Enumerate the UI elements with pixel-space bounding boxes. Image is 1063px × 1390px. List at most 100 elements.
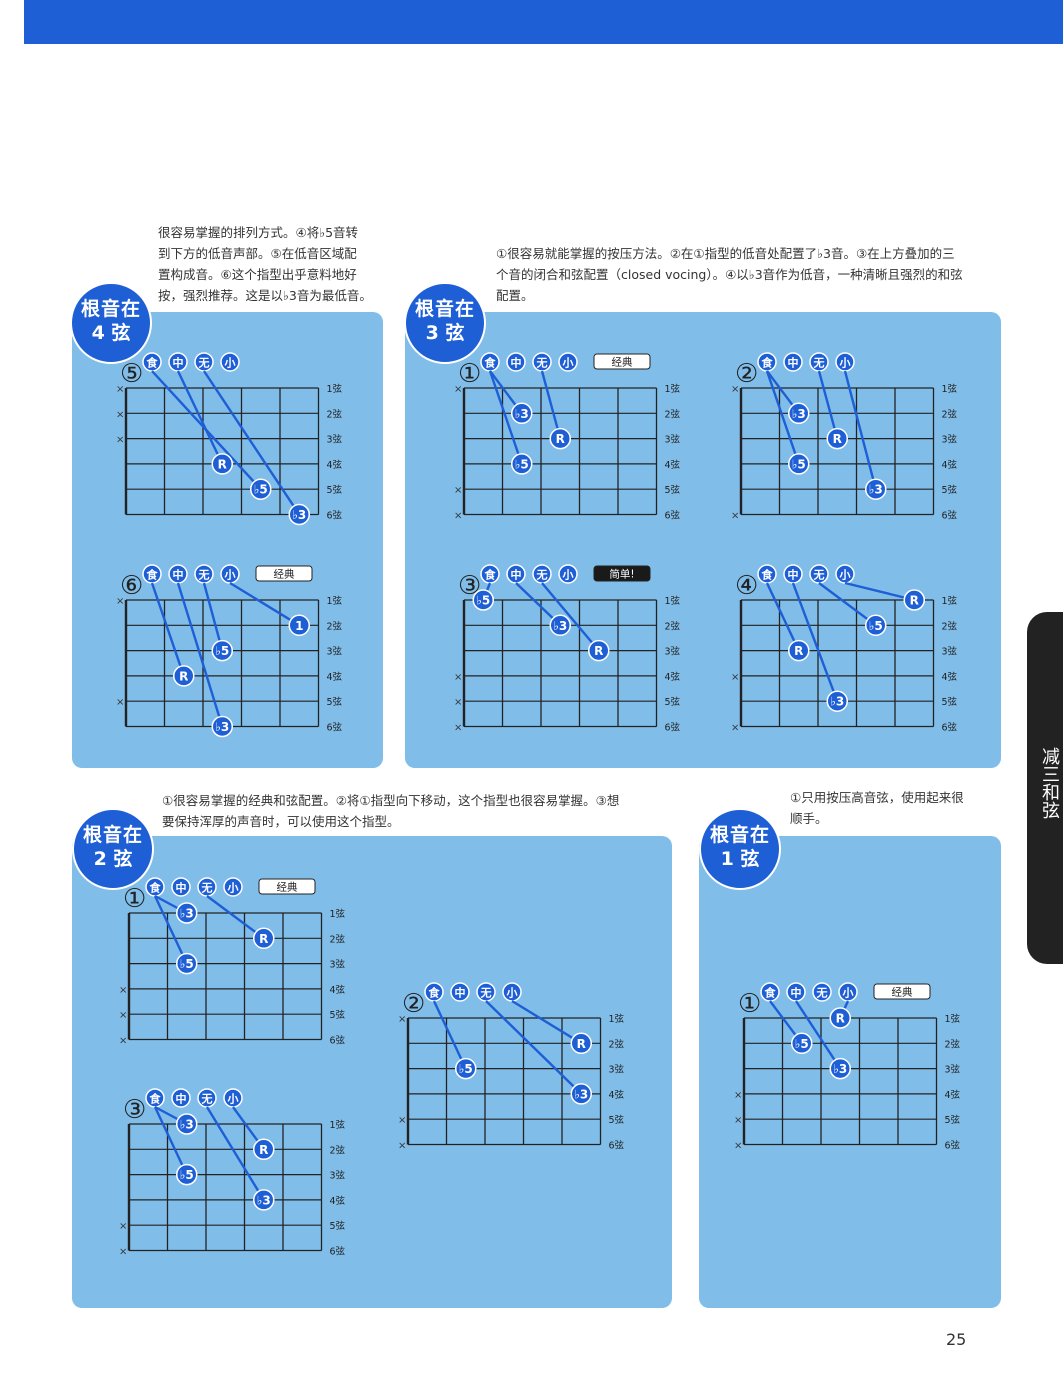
note-label: R [259,932,268,946]
string-label: 4弦 [942,459,958,471]
string-label: 3弦 [665,646,681,658]
note-label: ♭5 [869,619,883,633]
string-label: 3弦 [665,434,681,446]
muted-string-mark: × [454,723,462,734]
muted-string-mark: × [116,409,124,420]
muted-string-mark: × [731,672,739,683]
note-label: ♭3 [830,695,844,709]
string-label: 4弦 [665,459,681,471]
note-label: ♭5 [792,457,806,471]
muted-string-mark: × [116,596,124,607]
note-label: ♭3 [792,407,806,421]
section-1-description: ①只用按压高音弦，使用起来很 顺手。 [790,790,964,826]
finger-label: 中 [455,986,466,1000]
muted-string-mark: × [734,1115,742,1126]
string-label: 4弦 [665,671,681,683]
chord-diagram-svg: ① 1弦 2弦 3弦 4弦 5弦 6弦 × × × 食中 无 小 经典 R ♭5 ♭3 [734,982,961,1152]
note-label: ♭3 [574,1087,588,1101]
muted-string-mark: × [116,697,124,708]
diagram-number: ③ [123,1095,146,1125]
tag-label: 经典 [277,881,298,894]
finger-label: 食 [485,356,497,370]
string-label: 3弦 [942,434,958,446]
string-label: 5弦 [665,696,681,708]
muted-string-mark: × [119,1010,127,1021]
chord-diagram: ② 1弦 2弦 3弦 4弦 5弦 6弦 × × × 食中无小 R ♭5 ♭3 [398,980,651,1161]
finger-label: 无 [480,987,492,1000]
string-label: 6弦 [327,722,343,734]
finger-label: 食 [147,568,159,582]
chord-diagram-svg: ①1弦2弦3弦4弦5弦6弦×××食中无小经典♭3R♭5 [119,877,346,1047]
string-label: 2弦 [942,408,958,420]
string-label: 2弦 [665,408,681,420]
chord-diagram: ① 1弦 2弦 3弦 4弦 5弦 6弦 × × × 食中无小经典 ♭3 R ♭5 [454,350,707,531]
finger-label: 中 [176,1092,187,1106]
tag-label: 经典 [892,986,913,999]
string-label: 4弦 [327,459,343,471]
string-label: 3弦 [330,1170,346,1182]
string-label: 5弦 [665,484,681,496]
note-label: ♭3 [515,407,529,421]
finger-label: 食 [762,568,774,582]
string-label: 6弦 [942,722,958,734]
string-label: 2弦 [945,1038,961,1050]
string-label: 6弦 [330,1246,346,1258]
note-label: ♭3 [257,1193,271,1207]
note-label: R [833,432,842,446]
string-label: 2弦 [327,620,343,632]
muted-string-mark: × [119,985,127,996]
string-label: 2弦 [665,620,681,632]
finger-label: 无 [201,1093,213,1106]
muted-string-mark: × [734,1141,742,1152]
note-label: ♭3 [292,508,306,522]
string-label: 2弦 [330,1144,346,1156]
finger-label: 小 [562,568,574,582]
finger-label: 食 [429,986,441,1000]
string-label: 1弦 [609,1013,625,1025]
finger-connector [150,582,185,677]
root-string-1-badge: 根音在 1 弦 [699,808,781,890]
chord-diagram: ⑤ 1弦 2弦 3弦 4弦 5弦 6弦 × × × 食中无小 ♭5 R ♭3 [116,350,369,531]
finger-connector [843,370,877,490]
string-label: 5弦 [609,1114,625,1126]
muted-string-mark: × [734,1090,742,1101]
note-label: R [594,644,603,658]
note-label: R [577,1037,586,1051]
string-label: 2弦 [942,620,958,632]
chord-diagram: ④ 1弦 2弦 3弦 4弦 5弦 6弦 × × 食中 无 小 R ♭5 R ♭3 [731,562,984,743]
note-label: R [218,457,227,471]
string-label: 6弦 [330,1035,346,1047]
string-label: 1弦 [327,595,343,607]
finger-label: 小 [227,881,239,895]
muted-string-mark: × [454,384,462,395]
finger-label: 中 [791,986,802,1000]
chord-diagram-svg: ②1弦2弦3弦4弦5弦6弦×××食中无小R♭5♭3 [398,982,625,1152]
note-label: ♭5 [254,483,268,497]
finger-label: 食 [147,356,159,370]
finger-connector [176,370,224,465]
chord-diagram: ③ 1弦 2弦 3弦 4弦 5弦 6弦 × × × 食中无小简单! ♭5 ♭3 R [454,562,707,743]
finger-connector [432,1000,467,1070]
string-label: 1弦 [942,383,958,395]
string-label: 3弦 [942,646,958,658]
note-label: R [794,644,803,658]
chord-diagram-svg: ⑤1弦2弦3弦4弦5弦6弦×××食中无小♭5R♭3 [116,352,343,526]
diagram-number: ① [738,989,761,1019]
muted-string-mark: × [454,697,462,708]
chord-diagram: ⑥ 1弦 2弦 3弦 4弦 5弦 6弦 × × 食中无小经典 1 ♭5 R ♭3 [116,562,369,743]
muted-string-mark: × [398,1141,406,1152]
muted-string-mark: × [119,1036,127,1047]
chord-diagram-svg: ④ 1弦 2弦 3弦 4弦 5弦 6弦 × × 食中 无 小 R ♭5 R ♭3 [731,564,958,734]
side-chapter-tab: 减三和弦 [1027,612,1063,964]
finger-label: 无 [201,882,213,895]
string-label: 2弦 [330,933,346,945]
finger-label: 无 [536,569,548,582]
finger-label: 中 [173,356,184,370]
page-number: 25 [946,1330,967,1349]
chord-diagram-svg: ①1弦2弦3弦4弦5弦6弦×××食中无小经典♭3R♭5 [454,352,681,522]
note-label: ♭3 [553,619,567,633]
finger-label: 食 [765,986,777,1000]
finger-label: 无 [813,357,825,370]
string-label: 5弦 [327,696,343,708]
finger-label: 无 [536,357,548,370]
